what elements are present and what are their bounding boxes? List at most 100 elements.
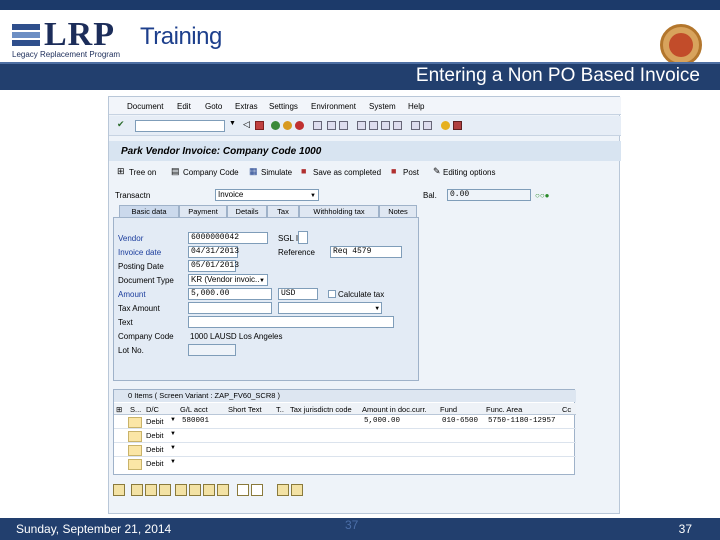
col-tax-jurisdiction[interactable]: Tax jurisdictn code	[290, 405, 352, 414]
col-tax[interactable]: T..	[276, 405, 284, 414]
command-dropdown-icon[interactable]: ▼	[229, 120, 238, 129]
vendor-field[interactable]: 6000000042	[188, 232, 268, 244]
menu-system[interactable]: System	[369, 102, 396, 111]
more-icon[interactable]	[203, 484, 215, 496]
reference-field[interactable]: Req 4579	[330, 246, 402, 258]
row-fund[interactable]: 010-6500	[442, 417, 478, 425]
title-area: Park Vendor Invoice: Company Code 1000	[109, 141, 621, 161]
currency-field[interactable]: USD	[278, 288, 318, 300]
amount-field[interactable]: 5,000.00	[188, 288, 272, 300]
paste-icon[interactable]	[251, 484, 263, 496]
menu-document[interactable]: Document	[127, 102, 163, 111]
menu-edit[interactable]: Edit	[177, 102, 191, 111]
col-status[interactable]: S...	[130, 405, 141, 414]
dc-dropdown-icon[interactable]: ▼	[170, 445, 176, 451]
command-field[interactable]	[135, 120, 225, 132]
menu-help[interactable]: Help	[408, 102, 424, 111]
tab-notes[interactable]: Notes	[379, 205, 417, 217]
filter-icon[interactable]	[217, 484, 229, 496]
footer-page-center: 37	[345, 518, 359, 532]
calculate-tax-checkbox[interactable]	[328, 290, 336, 298]
tab-withholding-tax[interactable]: Withholding tax	[299, 205, 379, 217]
col-cc[interactable]: Cc	[562, 405, 571, 414]
col-dc[interactable]: D/C	[146, 405, 159, 414]
print-icon[interactable]	[313, 121, 322, 130]
save-as-completed-button[interactable]: Save as completed	[313, 168, 381, 177]
delete-row-icon[interactable]	[145, 484, 157, 496]
next-page-icon[interactable]	[381, 121, 390, 130]
copy-icon[interactable]	[237, 484, 249, 496]
copy-row-icon[interactable]	[159, 484, 171, 496]
table-row[interactable]: Debit ▼ 580001 5,000.00 010-6500 5750-11…	[114, 416, 576, 429]
dc-dropdown-icon[interactable]: ▼	[170, 459, 176, 465]
save-completed-icon: ■	[301, 166, 307, 176]
help-icon[interactable]	[441, 121, 450, 130]
dc-dropdown-icon[interactable]: ▼	[170, 431, 176, 437]
tree-on-button[interactable]: Tree on	[129, 168, 156, 177]
col-short-text[interactable]: Short Text	[228, 405, 262, 414]
save-icon[interactable]	[255, 121, 264, 130]
layout-menu-icon[interactable]	[453, 121, 462, 130]
row-gl-acct[interactable]: 580001	[182, 417, 209, 425]
menu-extras[interactable]: Extras	[235, 102, 258, 111]
row-dc[interactable]: Debit	[146, 431, 164, 440]
sort-desc-icon[interactable]	[189, 484, 201, 496]
cancel-icon[interactable]	[295, 121, 304, 130]
simulate-button[interactable]: Simulate	[261, 168, 292, 177]
subtotal-icon[interactable]	[291, 484, 303, 496]
tab-tax[interactable]: Tax	[267, 205, 299, 217]
posting-date-field[interactable]: 05/01/2013	[188, 260, 239, 272]
tab-details[interactable]: Details	[227, 205, 267, 217]
company-code-button[interactable]: Company Code	[183, 168, 239, 177]
post-button[interactable]: Post	[403, 168, 419, 177]
first-page-icon[interactable]	[357, 121, 366, 130]
table-row[interactable]: Debit ▼	[114, 458, 576, 471]
menu-bar: Document Edit Goto Extras Settings Envir…	[109, 97, 621, 115]
menu-environment[interactable]: Environment	[311, 102, 356, 111]
table-row[interactable]: Debit ▼	[114, 430, 576, 443]
new-session-icon[interactable]	[411, 121, 420, 130]
slide-header: LRP Legacy Replacement Program Training	[0, 10, 720, 66]
sgl-ind-field[interactable]	[298, 231, 308, 244]
shortcut-icon[interactable]	[423, 121, 432, 130]
dc-dropdown-icon[interactable]: ▼	[170, 417, 176, 423]
invoice-date-field[interactable]: 04/31/2013	[188, 246, 239, 258]
row-dc[interactable]: Debit	[146, 417, 164, 426]
row-func-area[interactable]: 5750-1180-12957	[488, 417, 556, 425]
previous-page-icon[interactable]	[369, 121, 378, 130]
sort-asc-icon[interactable]	[175, 484, 187, 496]
company-code-icon: ▤	[171, 166, 180, 176]
tax-code-select[interactable]	[278, 302, 382, 314]
tax-amount-field[interactable]	[188, 302, 272, 314]
col-func-area[interactable]: Func. Area	[486, 405, 522, 414]
col-amount[interactable]: Amount in doc.curr.	[362, 405, 427, 414]
back-icon[interactable]	[271, 121, 280, 130]
tab-payment[interactable]: Payment	[179, 205, 227, 217]
text-field[interactable]	[188, 316, 394, 328]
menu-settings[interactable]: Settings	[269, 102, 298, 111]
exit-icon[interactable]	[283, 121, 292, 130]
find-next-icon[interactable]	[339, 121, 348, 130]
insert-row-icon[interactable]	[131, 484, 143, 496]
row-amount[interactable]: 5,000.00	[364, 417, 400, 425]
row-dc[interactable]: Debit	[146, 445, 164, 454]
page-title: Park Vendor Invoice: Company Code 1000	[121, 146, 322, 157]
editing-options-button[interactable]: Editing options	[443, 168, 495, 177]
tab-basic-data[interactable]: Basic data	[119, 205, 179, 217]
enter-check-icon[interactable]: ✔	[117, 119, 126, 129]
last-page-icon[interactable]	[393, 121, 402, 130]
transaction-select[interactable]: Invoice	[215, 189, 319, 201]
menu-goto[interactable]: Goto	[205, 102, 222, 111]
grid-settings-icon[interactable]: ⊞	[116, 405, 122, 414]
lot-no-field[interactable]	[188, 344, 236, 356]
find-icon[interactable]	[327, 121, 336, 130]
sum-icon[interactable]	[277, 484, 289, 496]
table-row[interactable]: Debit ▼	[114, 444, 576, 457]
application-toolbar: ⊞ Tree on ▤ Company Code ▦ Simulate ■ Sa…	[109, 163, 621, 181]
back-arrow-icon[interactable]: ◁	[243, 119, 252, 129]
document-type-select[interactable]: KR (Vendor invoic..	[188, 274, 268, 286]
col-fund[interactable]: Fund	[440, 405, 457, 414]
details-icon[interactable]	[113, 484, 125, 496]
row-dc[interactable]: Debit	[146, 459, 164, 468]
col-gl-acct[interactable]: G/L acct	[180, 405, 208, 414]
